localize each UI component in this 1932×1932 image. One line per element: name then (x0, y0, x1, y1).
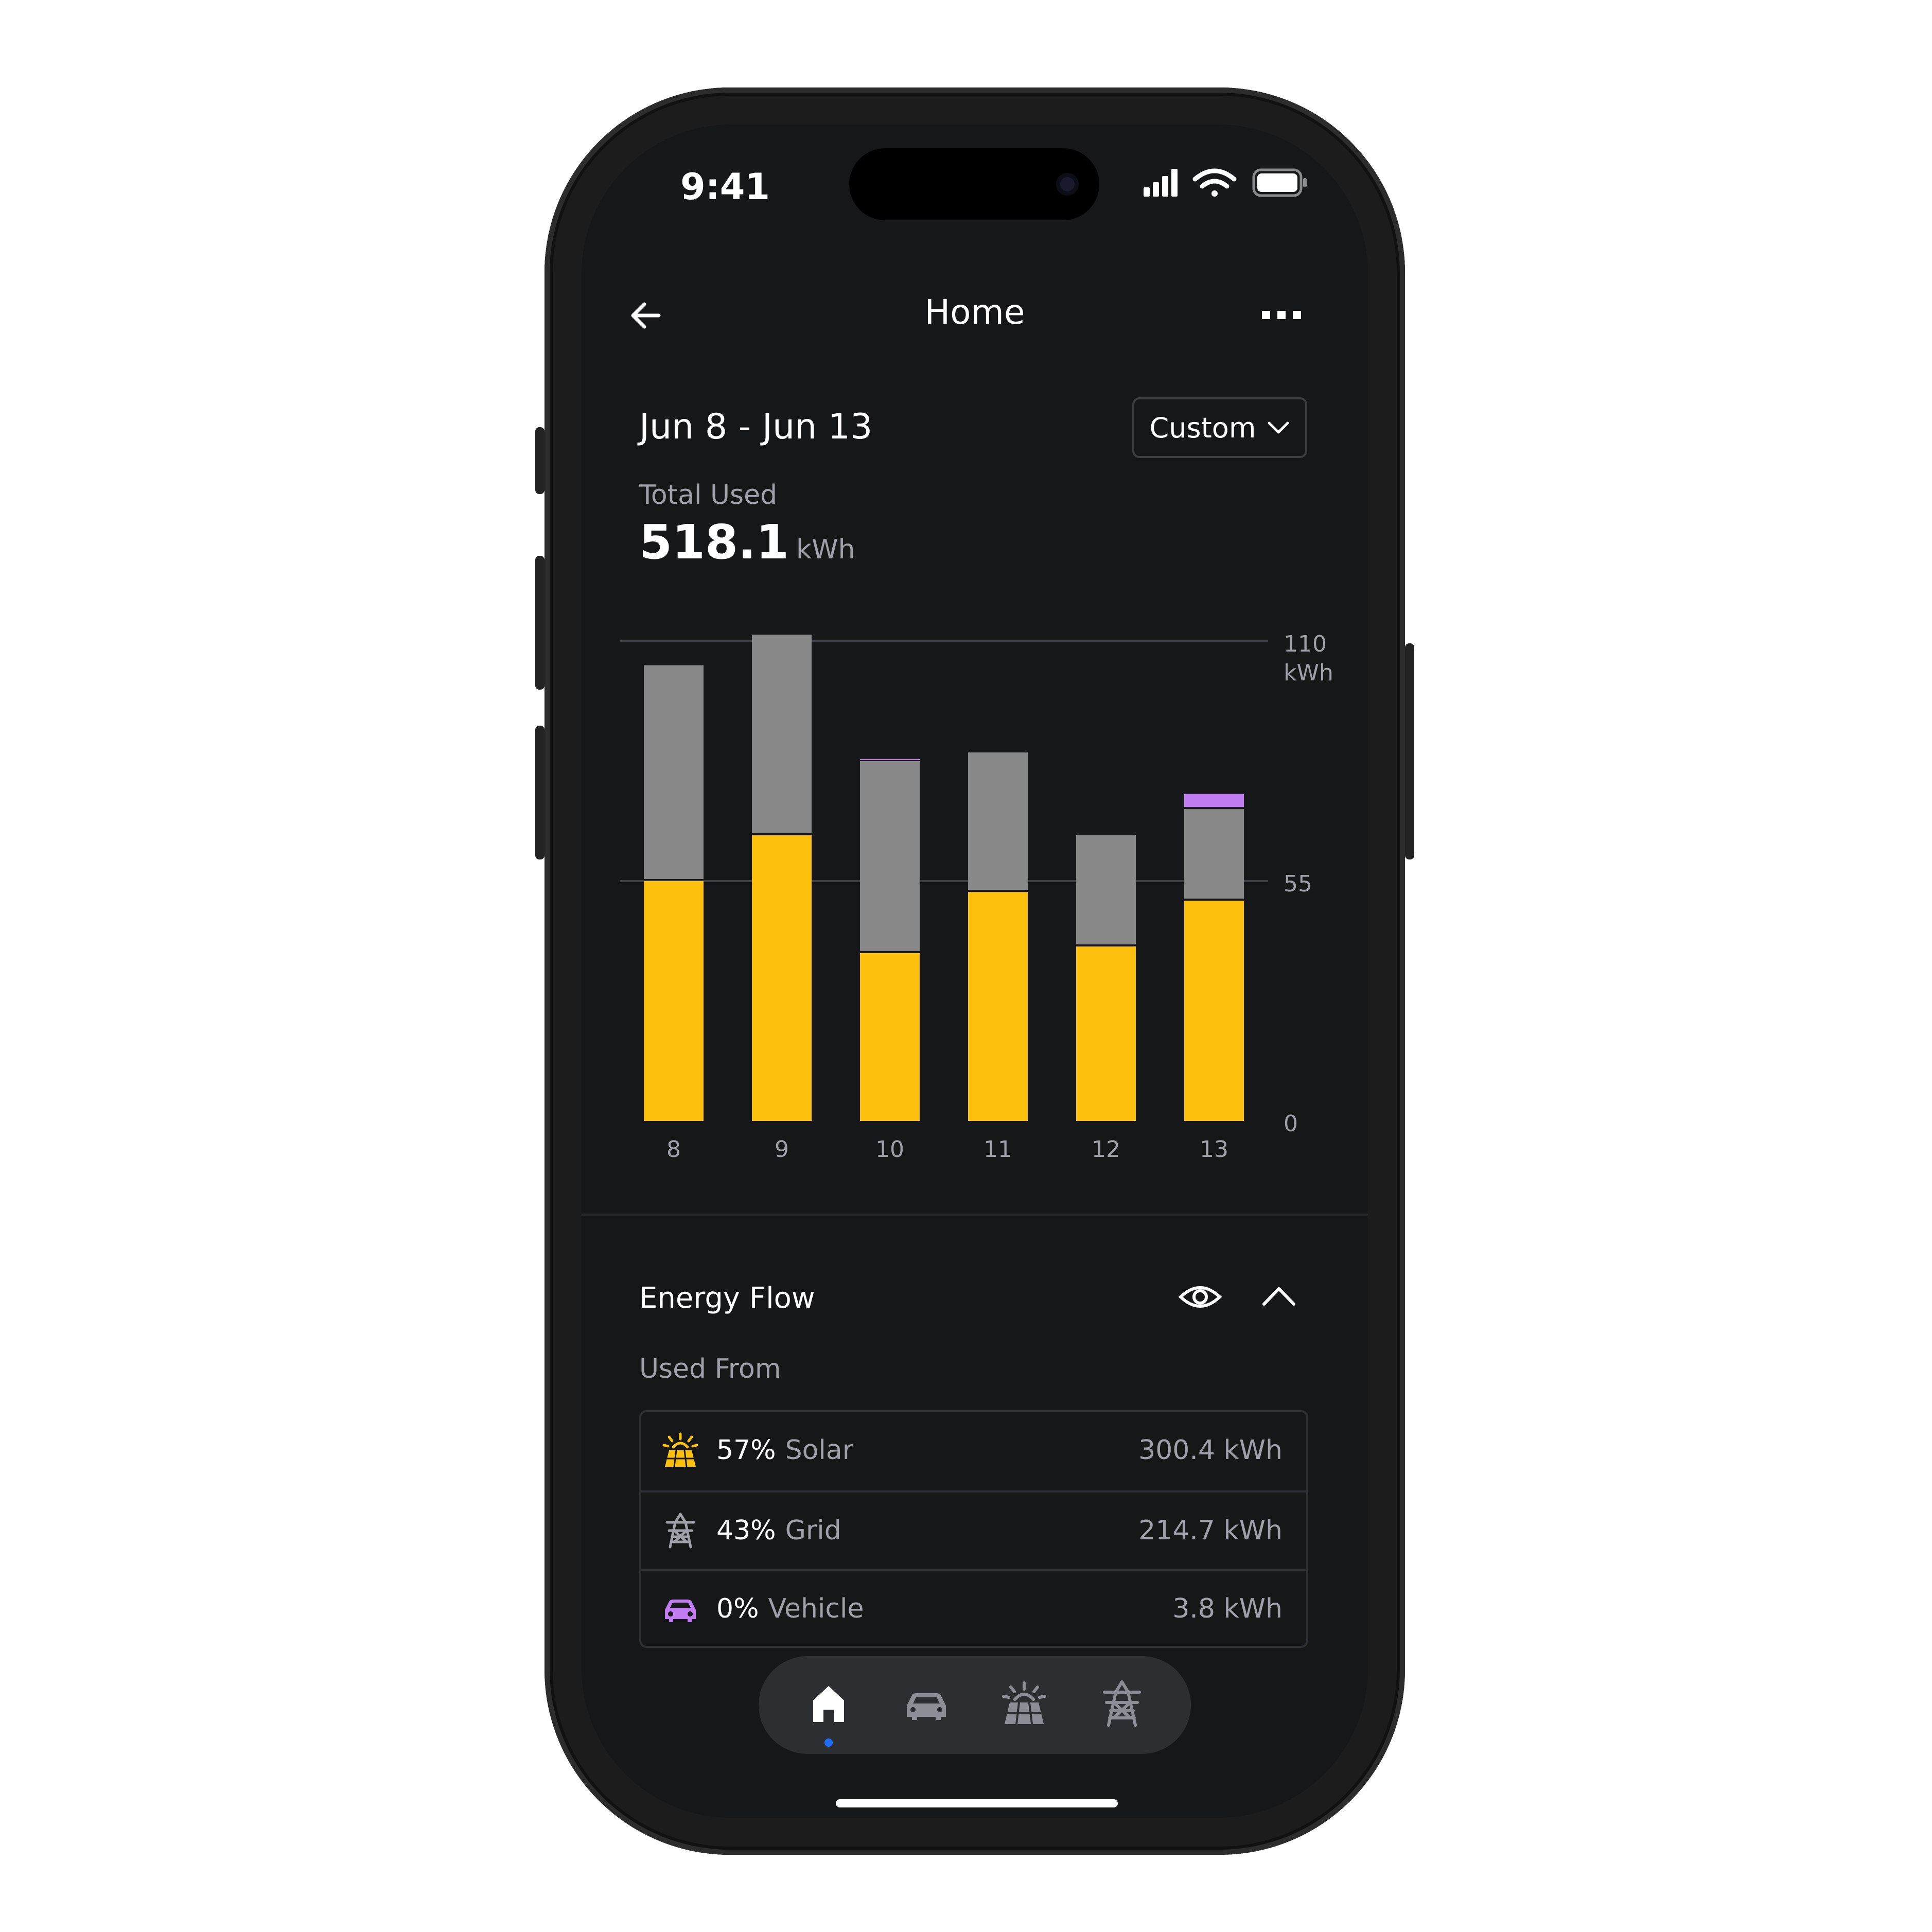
home-icon[interactable] (803, 1678, 854, 1729)
y-tick-label: 0 (1284, 1111, 1298, 1137)
x-tick-label: 12 (1092, 1136, 1120, 1163)
car-icon[interactable] (901, 1678, 952, 1729)
vehicle-percent: 0% (716, 1593, 759, 1624)
bar-grid-13 (1184, 809, 1244, 899)
x-tick-label: 10 (875, 1136, 904, 1163)
bar-solar-12 (1076, 946, 1136, 1121)
solar-value: 300.4 kWh (1138, 1435, 1283, 1466)
energy-source-table: 57% Solar 300.4 kWh 43% Grid 214.7 kWh 0… (639, 1410, 1308, 1648)
grid-percent: 43% (716, 1515, 776, 1546)
bar-vehicle-10 (860, 759, 920, 760)
x-tick-label: 9 (775, 1136, 789, 1163)
chevron-up-icon[interactable] (1261, 1284, 1297, 1307)
app-screen: 9:41 Home Jun 8 - Jun 13 Custom Total Us… (582, 125, 1368, 1818)
bar-solar-10 (860, 953, 920, 1121)
action-button (535, 427, 545, 494)
grid-name: Grid (785, 1515, 841, 1546)
bottom-tab-bar (759, 1656, 1191, 1754)
bar-vehicle-13 (1184, 794, 1244, 807)
bar-solar-13 (1184, 901, 1244, 1121)
power-tower-icon[interactable] (1096, 1678, 1148, 1729)
bar-grid-8 (644, 665, 704, 879)
y-tick-label: 55 (1284, 871, 1312, 897)
eye-icon[interactable] (1179, 1281, 1222, 1312)
y-tick-label: 110 (1284, 631, 1327, 657)
x-tick-label: 13 (1200, 1136, 1228, 1163)
bar-grid-11 (968, 752, 1028, 890)
bar-solar-8 (644, 881, 704, 1121)
bar-solar-11 (968, 892, 1028, 1121)
x-tick-label: 11 (983, 1136, 1012, 1163)
bar-grid-12 (1076, 835, 1136, 945)
source-percent: 43% Grid (716, 1515, 841, 1546)
solar-panel-icon (662, 1432, 698, 1467)
energy-usage-chart: 0 55 110 kWh 8 9 10 11 12 13 (620, 631, 1333, 1163)
active-tab-indicator (824, 1738, 833, 1747)
source-row-grid[interactable]: 43% Grid 214.7 kWh (641, 1490, 1306, 1569)
home-indicator (836, 1799, 1118, 1807)
bar-solar-9 (752, 835, 812, 1121)
solar-percent: 57% (716, 1435, 776, 1466)
energy-flow-title: Energy Flow (639, 1281, 815, 1315)
y-unit-label: kWh (1284, 660, 1333, 686)
volume-up-button (535, 556, 545, 690)
vehicle-value: 3.8 kWh (1172, 1593, 1283, 1624)
solar-name: Solar (785, 1435, 854, 1466)
power-tower-icon (665, 1513, 695, 1549)
source-percent: 57% Solar (716, 1435, 853, 1466)
solar-panel-icon[interactable] (998, 1678, 1050, 1729)
x-tick-label: 8 (666, 1136, 681, 1163)
source-percent: 0% Vehicle (716, 1593, 864, 1624)
grid-value: 214.7 kWh (1138, 1515, 1283, 1546)
bar-grid-10 (860, 761, 920, 951)
vehicle-name: Vehicle (768, 1593, 864, 1624)
used-from-label: Used From (639, 1354, 781, 1384)
volume-down-button (535, 726, 545, 859)
car-icon (665, 1600, 696, 1622)
section-divider (582, 1214, 1368, 1216)
bar-grid-9 (752, 635, 812, 834)
source-row-solar[interactable]: 57% Solar 300.4 kWh (641, 1412, 1306, 1488)
source-row-vehicle[interactable]: 0% Vehicle 3.8 kWh (641, 1569, 1306, 1646)
power-button (1405, 643, 1414, 859)
